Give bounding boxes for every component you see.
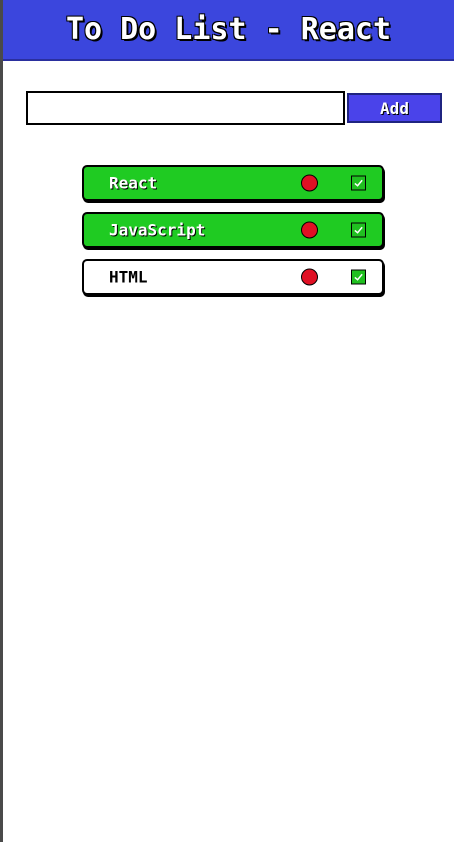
app-header: To Do List - React xyxy=(3,0,454,61)
todo-item-text[interactable]: HTML xyxy=(109,268,148,287)
todo-list: React JavaScript HTML xyxy=(82,165,386,306)
delete-dot-icon[interactable] xyxy=(301,221,318,239)
checkbox-checked-icon[interactable] xyxy=(351,222,366,238)
add-todo-form: Add xyxy=(26,91,442,125)
todo-input[interactable] xyxy=(26,91,345,125)
todo-item[interactable]: JavaScript xyxy=(82,212,384,248)
page-title: To Do List - React xyxy=(65,12,392,47)
todo-item-text[interactable]: JavaScript xyxy=(109,221,205,240)
todo-item-text[interactable]: React xyxy=(109,174,157,193)
delete-dot-icon[interactable] xyxy=(301,268,318,286)
add-button[interactable]: Add xyxy=(347,93,442,123)
checkmark-icon xyxy=(354,273,363,281)
todo-item[interactable]: HTML xyxy=(82,259,384,295)
checkbox-checked-icon[interactable] xyxy=(351,269,366,285)
todo-item[interactable]: React xyxy=(82,165,384,201)
checkmark-icon xyxy=(354,226,363,234)
delete-dot-icon[interactable] xyxy=(301,174,318,192)
app-frame: To Do List - React Add React JavaScript xyxy=(0,0,454,842)
checkbox-checked-icon[interactable] xyxy=(351,175,366,191)
checkmark-icon xyxy=(354,179,363,187)
